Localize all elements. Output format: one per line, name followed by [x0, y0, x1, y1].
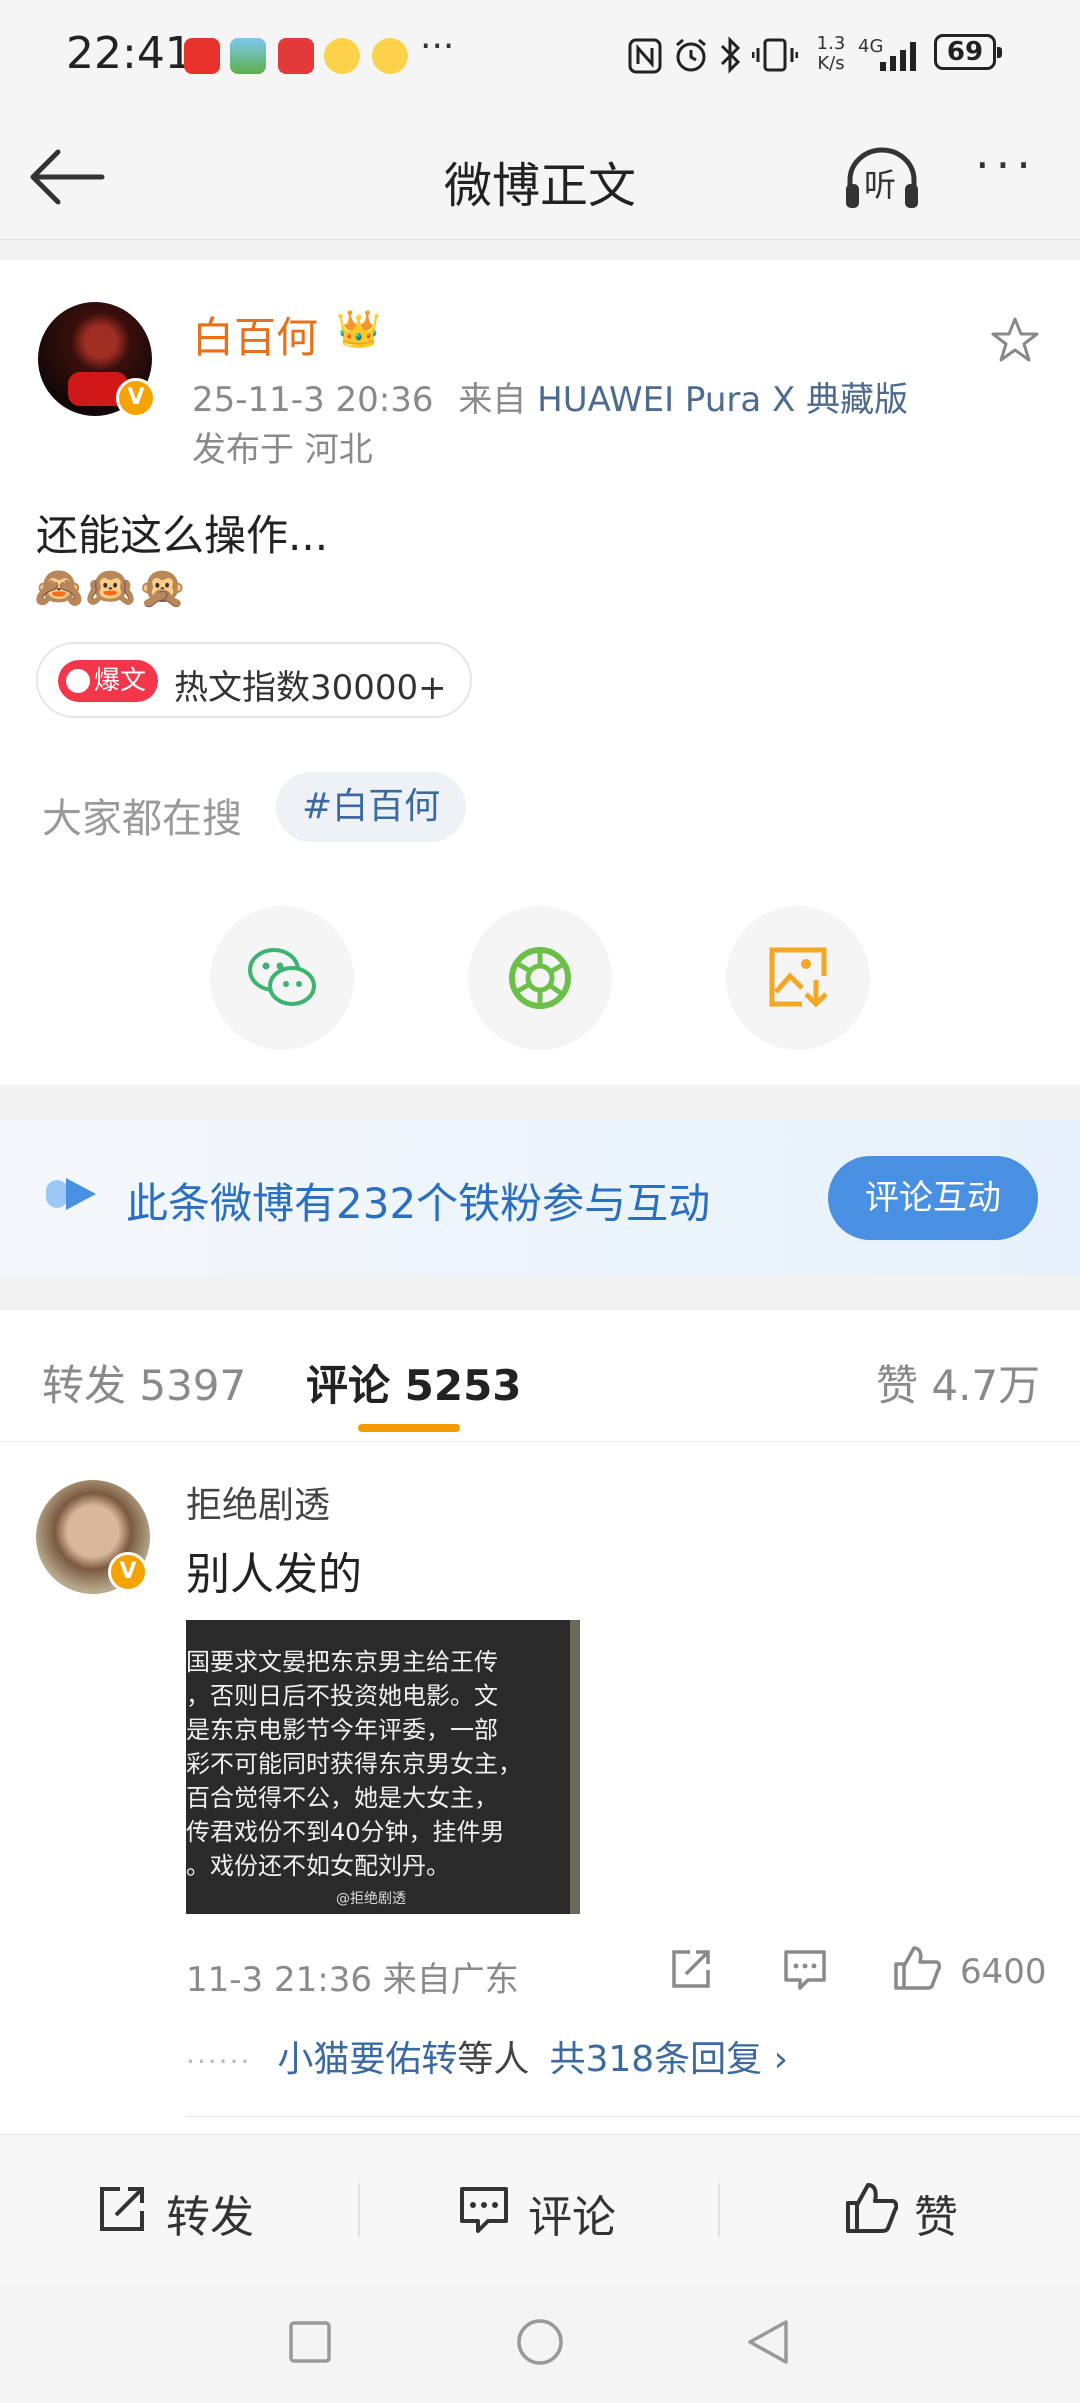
hot-index-pill[interactable]: 爆文 热文指数30000+	[36, 642, 472, 718]
hot-badge: 爆文	[58, 660, 158, 702]
crown-icon: 👑	[336, 309, 381, 350]
replies-dots: ······	[186, 2045, 252, 2078]
bluetooth-icon	[720, 36, 741, 74]
post-meta: 25-11-3 20:36 来自 HUAWEI Pura X 典藏版	[192, 372, 908, 421]
comment-interact-button[interactable]: 评论互动	[828, 1156, 1038, 1240]
tab-repost[interactable]: 转发 5397	[42, 1352, 246, 1413]
commenter-name[interactable]: 拒绝剧透	[186, 1476, 330, 1528]
repost-icon	[100, 2187, 144, 2231]
nav-bar: 微博正文 听 ···	[0, 110, 1080, 240]
post-card: V 白百何 👑 25-11-3 20:36 来自 HUAWEI Pura X 典…	[0, 260, 1080, 1085]
comment-button[interactable]: 评论	[458, 2175, 678, 2247]
wechat-icon	[248, 948, 316, 1006]
battery-indicator: 69	[934, 34, 1002, 70]
comment-repost-icon[interactable]	[668, 1946, 714, 1992]
status-bar: 22:41 ··· 1.3 K/s 4G 69	[0, 0, 1080, 110]
status-more-icon: ···	[420, 26, 455, 67]
comment-like-count: 6400	[960, 1952, 1047, 1992]
post-emoji: 🙈🙉🙊	[34, 565, 190, 611]
post-device[interactable]: HUAWEI Pura X 典藏版	[537, 380, 908, 420]
reader-app-icon	[278, 38, 314, 74]
like-button[interactable]: 赞	[844, 2175, 1004, 2247]
image-text-line: 是东京电影节今年评委，一部	[186, 1716, 498, 1744]
repost-button[interactable]: 转发	[96, 2175, 316, 2247]
image-text-line: 传君戏份不到40分钟，挂件男	[186, 1818, 505, 1846]
repost-label: 转发	[166, 2192, 254, 2243]
nfc-icon	[628, 38, 662, 74]
share-wechat-button[interactable]	[210, 906, 354, 1050]
action-divider	[718, 2183, 720, 2237]
image-watermark: @拒绝剧透	[336, 1891, 406, 1907]
post-text: 还能这么操作...	[36, 511, 329, 560]
save-image-icon	[769, 947, 828, 1008]
interaction-tabs: 转发 5397 评论 5253 赞 4.7万	[0, 1310, 1080, 1442]
like-icon	[846, 2183, 898, 2233]
fans-icon	[46, 1178, 96, 1210]
vibrate-icon	[752, 38, 798, 72]
alarm-icon	[676, 38, 706, 72]
verified-badge-icon: V	[116, 378, 156, 418]
share-moments-button[interactable]	[468, 906, 612, 1050]
tab-like[interactable]: 赞 4.7万	[876, 1352, 1040, 1413]
image-text-line: 国要求文晏把东京男主给王传	[186, 1648, 498, 1676]
image-text-line: 。戏份还不如女配刘丹。	[186, 1852, 450, 1880]
huawei-mall-app-icon	[184, 38, 220, 74]
author-name[interactable]: 白百何	[192, 304, 318, 365]
comment-item: V 拒绝剧透 别人发的 国要求文晏把东京男主给王传 ，否则日后不投资她电影。文 …	[0, 1442, 1080, 2134]
trending-search-tag[interactable]: #白百何	[276, 772, 467, 842]
save-image-button[interactable]	[726, 906, 870, 1050]
signal-icon	[880, 42, 916, 71]
comment-label: 评论	[528, 2192, 616, 2243]
image-text-line: 百合觉得不公，她是大女主，	[186, 1784, 498, 1812]
comment-like-icon[interactable]	[892, 1944, 942, 1992]
bottom-action-bar: 转发 评论 赞	[0, 2134, 1080, 2284]
fans-banner-text: 此条微博有232个铁粉参与互动	[126, 1179, 711, 1228]
back-icon[interactable]	[744, 2318, 790, 2366]
fans-banner: 此条微博有232个铁粉参与互动 评论互动	[0, 1120, 1080, 1275]
comment-text: 别人发的	[186, 1549, 362, 1600]
comment-image[interactable]: 国要求文晏把东京男主给王传 ，否则日后不投资她电影。文 是东京电影节今年评委，一…	[186, 1620, 580, 1914]
replies-total[interactable]: 共318条回复 ›	[549, 2039, 788, 2080]
image-text-line: ，否则日后不投资她电影。文	[186, 1682, 498, 1710]
comment-replies-link[interactable]: ······ 小猫要佑转等人 共318条回复 ›	[186, 2030, 788, 2082]
post-from-prefix: 来自	[458, 380, 527, 420]
tab-active-indicator	[358, 1424, 460, 1432]
comment-icon	[460, 2187, 508, 2233]
game-app-icon	[230, 38, 266, 74]
status-time: 22:41	[66, 28, 193, 79]
weibo-app-icon	[324, 38, 360, 74]
more-options-icon[interactable]: ···	[975, 138, 1037, 192]
post-location: 发布于 河北	[192, 430, 373, 470]
tab-comment[interactable]: 评论 5253	[306, 1352, 522, 1413]
post-date: 25-11-3 20:36	[192, 380, 434, 420]
network-speed: 1.3 K/s	[816, 33, 846, 74]
favorite-star-icon[interactable]	[990, 316, 1040, 364]
home-icon[interactable]	[516, 2318, 564, 2366]
listen-label: 听	[864, 166, 897, 204]
comment-divider	[186, 2116, 1080, 2117]
replies-user[interactable]: 小猫要佑转	[277, 2039, 457, 2080]
recent-apps-icon[interactable]	[288, 2320, 332, 2364]
verified-badge-icon: V	[108, 1552, 148, 1592]
image-text-line: 彩不可能同时获得东京男女主，	[186, 1750, 522, 1778]
system-nav-bar	[0, 2284, 1080, 2403]
weibo-app-icon-2	[372, 38, 408, 74]
comment-reply-icon[interactable]	[782, 1948, 828, 1992]
listen-button[interactable]: 听	[842, 146, 922, 212]
action-divider	[358, 2183, 360, 2237]
moments-icon	[509, 947, 571, 1009]
comment-meta: 11-3 21:36 来自广东	[186, 1960, 519, 2000]
hot-index-text: 热文指数30000+	[174, 668, 447, 708]
trending-search-label: 大家都在搜	[42, 796, 242, 842]
like-label: 赞	[914, 2192, 958, 2243]
replies-mid-text: 等人	[457, 2039, 530, 2080]
